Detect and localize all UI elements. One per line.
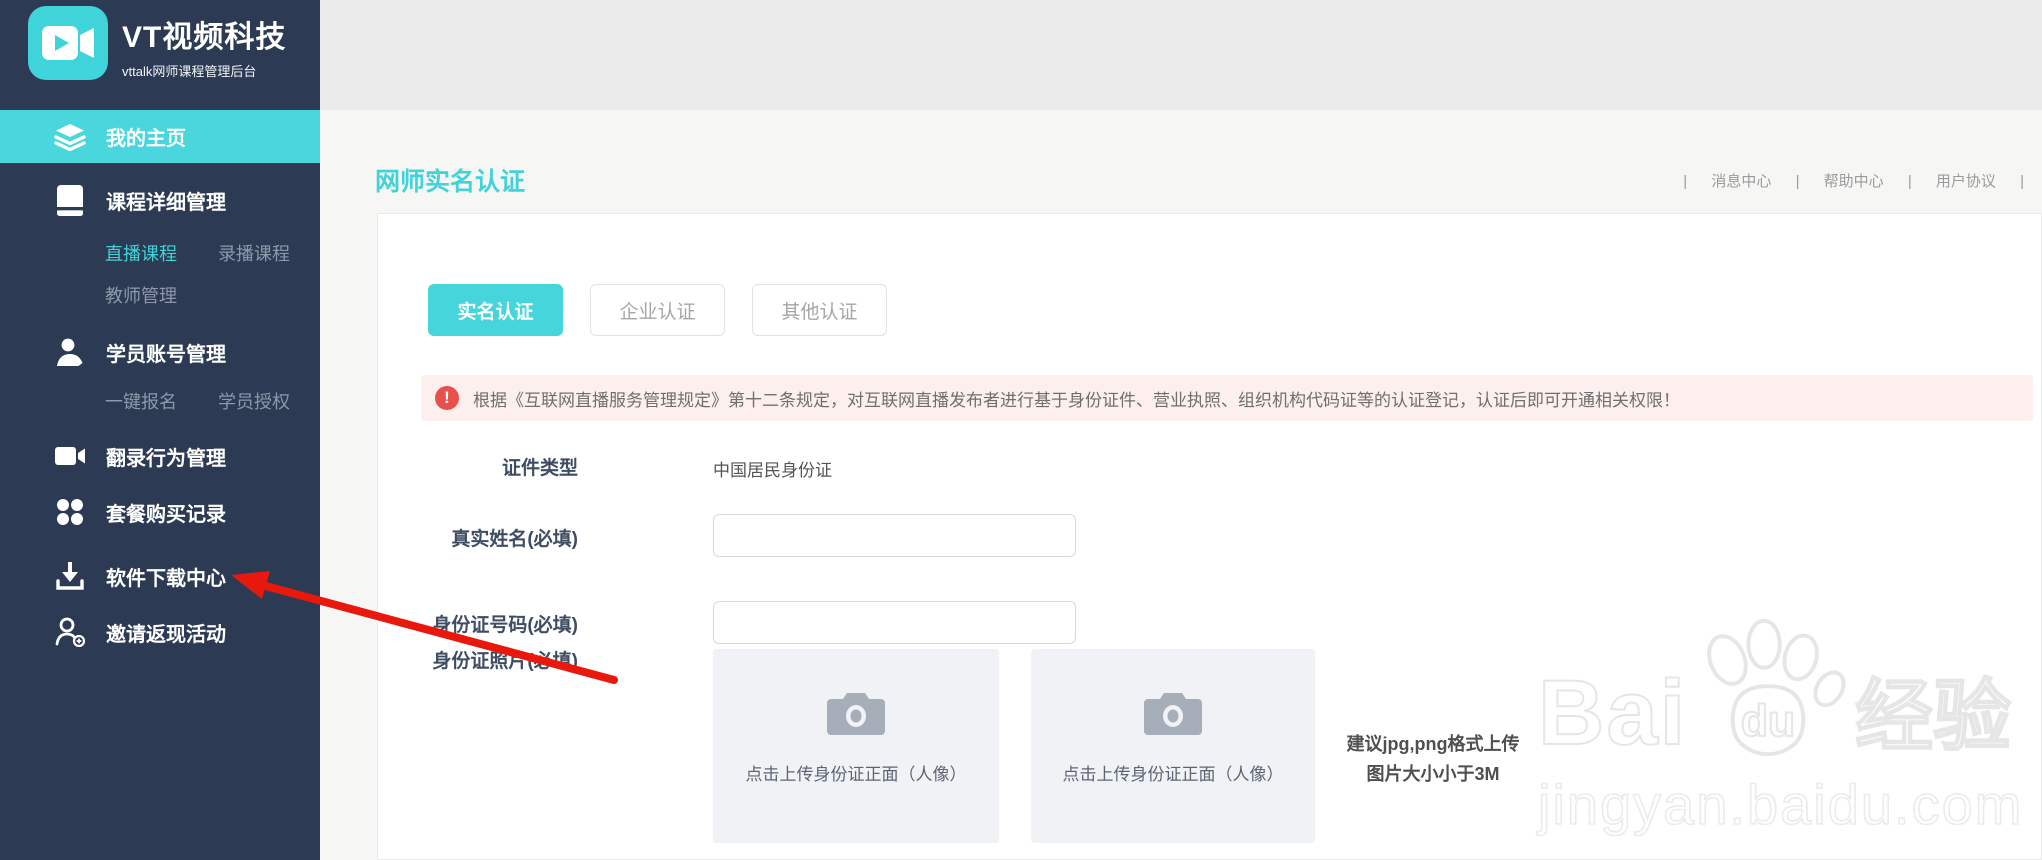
sidebar-subitem-one-click-signup[interactable]: 一键报名 — [105, 388, 177, 414]
sidebar-item-software-download[interactable]: 软件下载中心 — [0, 551, 320, 601]
sidebar-item-course-management[interactable]: 课程详细管理 — [0, 175, 320, 225]
cert-type-value: 中国居民身份证 — [713, 461, 832, 480]
policy-alert-banner: ! 根据《互联网直播服务管理规定》第十二条规定，对互联网直播发布者进行基于身份证… — [421, 375, 2033, 421]
separator: | — [1683, 173, 1688, 190]
user-agreement-link[interactable]: 用户协议 — [1936, 173, 1996, 190]
watermark-du-text: du — [1741, 697, 1795, 746]
camera-icon — [1144, 691, 1202, 742]
upload-hint-line2: 图片大小小于3M — [1366, 764, 1500, 784]
sidebar-subitem-live-course[interactable]: 直播课程 — [105, 240, 177, 266]
user-plus-icon — [52, 617, 88, 647]
id-photo-label: 身份证照片(必填) — [432, 651, 578, 672]
tab-real-name-auth[interactable]: 实名认证 — [428, 284, 563, 336]
app-window: VT视频科技 vttalk网师课程管理后台 我的主页 课程详细管理 直播课程 录… — [0, 0, 2042, 860]
user-icon — [52, 337, 88, 367]
sidebar-item-package-purchase[interactable]: 套餐购买记录 — [0, 487, 320, 537]
real-name-input[interactable] — [713, 514, 1076, 557]
sidebar-item-label: 翻录行为管理 — [106, 447, 226, 470]
sidebar-item-label: 我的主页 — [106, 128, 186, 150]
topbar-links: | 消息中心 | 帮助中心 | 用户协议 | — [1673, 170, 2034, 191]
app-logo — [28, 6, 108, 80]
real-name-label: 真实姓名(必填) — [451, 529, 578, 550]
id-number-label: 身份证号码(必填) — [432, 615, 578, 636]
sidebar-subitem-recorded-course[interactable]: 录播课程 — [218, 240, 290, 266]
separator: | — [1795, 173, 1800, 190]
watermark-url: jingyan.baidu.com — [1537, 772, 2024, 837]
video-logo-icon — [42, 26, 94, 60]
sidebar-item-label: 课程详细管理 — [106, 191, 226, 214]
sidebar-item-recording-behavior[interactable]: 翻录行为管理 — [0, 431, 320, 481]
id-number-input[interactable] — [713, 601, 1076, 644]
tab-enterprise-auth[interactable]: 企业认证 — [590, 284, 725, 336]
cert-type-label: 证件类型 — [501, 458, 578, 479]
upload-front-text: 点击上传身份证正面（人像） — [745, 765, 967, 784]
watermark-bai-text: Bai — [1537, 661, 1688, 765]
upload-back-text: 点击上传身份证正面（人像） — [1062, 765, 1284, 784]
sidebar-subitem-teacher-management[interactable]: 教师管理 — [105, 282, 177, 308]
watermark-logo-row: Bai du 经验 — [1537, 614, 2018, 766]
help-center-link[interactable]: 帮助中心 — [1824, 173, 1884, 190]
sidebar-item-label: 学员账号管理 — [106, 343, 226, 366]
message-center-link[interactable]: 消息中心 — [1711, 173, 1771, 190]
watermark-jingyan-text: 经验 — [1854, 671, 2012, 761]
brand-subtitle: vttalk网师课程管理后台 — [122, 64, 257, 79]
authentication-card: 实名认证 企业认证 其他认证 ! 根据《互联网直播服务管理规定》第十二条规定，对… — [377, 213, 2042, 860]
sidebar: VT视频科技 vttalk网师课程管理后台 我的主页 课程详细管理 直播课程 录… — [0, 0, 320, 860]
video-camera-icon — [52, 444, 88, 468]
policy-alert-text: 根据《互联网直播服务管理规定》第十二条规定，对互联网直播发布者进行基于身份证件、… — [473, 390, 1680, 410]
sidebar-item-invite-cashback[interactable]: 邀请返现活动 — [0, 607, 320, 657]
camera-icon — [827, 691, 885, 742]
brand-title: VT视频科技 — [122, 21, 287, 54]
layers-icon — [52, 123, 88, 151]
grid-icon — [52, 498, 88, 526]
sidebar-subitem-student-authorization[interactable]: 学员授权 — [218, 388, 290, 414]
page-title: 网师实名认证 — [375, 168, 526, 196]
sidebar-item-student-account[interactable]: 学员账号管理 — [0, 327, 320, 377]
sidebar-item-label: 邀请返现活动 — [106, 623, 226, 646]
exclamation-circle-icon: ! — [435, 386, 459, 410]
sidebar-item-label: 套餐购买记录 — [106, 503, 226, 526]
upload-hint: 建议jpg,png格式上传 图片大小小于3M — [1318, 729, 1548, 789]
upload-hint-line1: 建议jpg,png格式上传 — [1346, 734, 1520, 754]
separator: | — [2020, 173, 2024, 190]
header-band — [320, 0, 2042, 110]
separator: | — [1907, 173, 1912, 190]
sidebar-item-home[interactable]: 我的主页 — [0, 110, 320, 163]
sidebar-item-label: 软件下载中心 — [106, 567, 226, 590]
book-icon — [52, 184, 88, 216]
auth-tabs: 实名认证 企业认证 其他认证 — [428, 284, 914, 336]
paw-icon: du — [1707, 618, 1846, 757]
brand: VT视频科技 vttalk网师课程管理后台 — [0, 0, 320, 100]
download-icon — [52, 561, 88, 591]
upload-id-front-button[interactable]: 点击上传身份证正面（人像） — [713, 649, 999, 843]
tab-other-auth[interactable]: 其他认证 — [752, 284, 887, 336]
brand-text: VT视频科技 vttalk网师课程管理后台 — [122, 12, 286, 80]
upload-id-back-button[interactable]: 点击上传身份证正面（人像） — [1031, 649, 1315, 843]
baidu-jingyan-watermark: Bai du 经验 jingyan.baidu.com — [1537, 614, 2024, 837]
